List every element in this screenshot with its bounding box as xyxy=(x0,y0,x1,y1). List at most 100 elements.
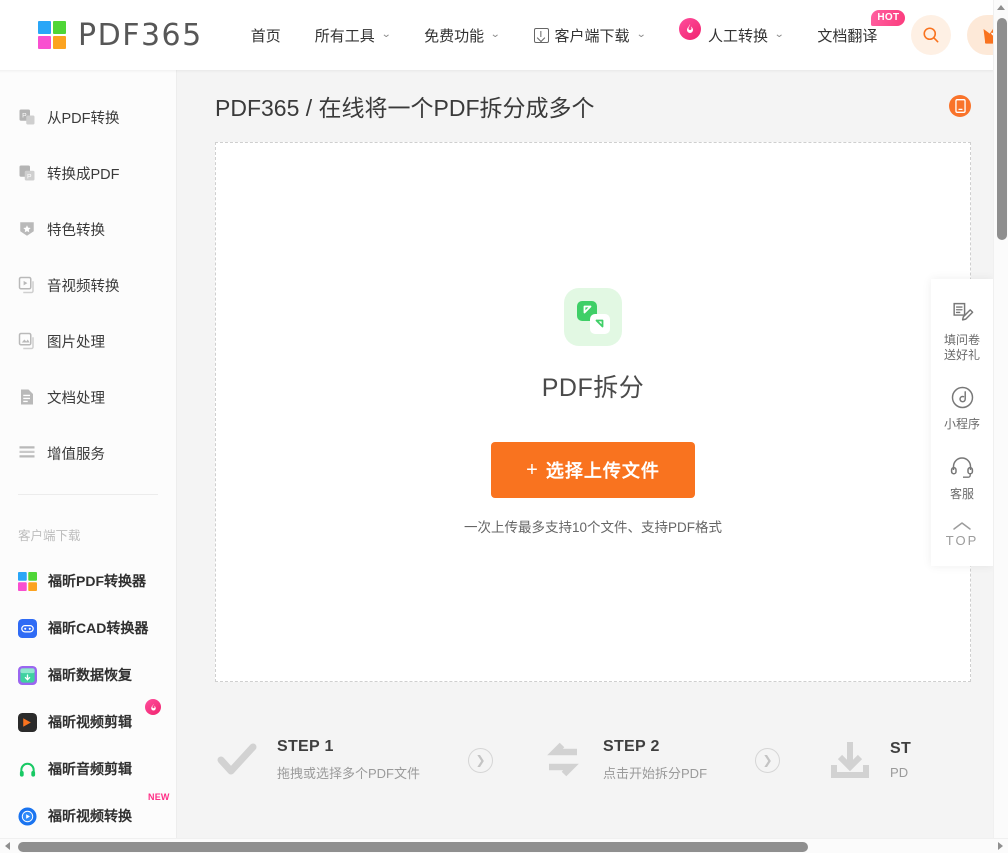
sidebar-item-label: 转换成PDF xyxy=(47,166,120,183)
chevron-down-icon: ⌄ xyxy=(635,29,647,40)
dock-item-back-to-top[interactable]: TOP xyxy=(931,514,993,556)
plus-icon: + xyxy=(526,458,539,481)
step-desc: PD xyxy=(890,765,909,780)
sidebar-section-title: 客户端下载 xyxy=(18,529,81,543)
video-convert-app-icon xyxy=(18,806,37,826)
sidebar-app-label: 福昕视频剪辑 xyxy=(48,714,132,730)
logo[interactable]: PDF365 xyxy=(38,18,203,53)
step-title: STEP 2 xyxy=(603,738,660,755)
sidebar-item-value-added[interactable]: 增值服务 xyxy=(18,438,176,468)
dock-item-survey[interactable]: 填问卷 送好礼 xyxy=(931,291,993,375)
sidebar-item-label: 音视频转换 xyxy=(47,278,120,295)
sidebar-item-featured-convert[interactable]: 特色转换 xyxy=(18,214,176,244)
sidebar-app-cad-converter[interactable]: 福昕CAD转换器 xyxy=(18,613,176,643)
floating-dock: 填问卷 送好礼 小程序 客服 TOP xyxy=(931,279,993,566)
nav-label: 免费功能 xyxy=(424,27,485,45)
list-icon xyxy=(19,446,35,458)
sidebar-item-document-process[interactable]: 文档处理 xyxy=(18,382,176,412)
sidebar-item-media-convert[interactable]: 音视频转换 xyxy=(18,270,176,300)
video-edit-app-icon xyxy=(18,712,37,732)
upload-file-button[interactable]: + 选择上传文件 xyxy=(491,442,695,498)
upload-hint: 一次上传最多支持10个文件、支持PDF格式 xyxy=(463,520,722,535)
cad-app-icon xyxy=(18,618,37,638)
download-box-icon xyxy=(533,27,549,43)
upload-button-label: 选择上传文件 xyxy=(545,461,660,481)
step-separator-arrow-1: ❯ xyxy=(468,747,494,773)
dock-label: 客服 xyxy=(949,487,974,501)
steps-bar: STEP 1 拖拽或选择多个PDF文件 ❯ STEP 2 点击开始拆分PDF ❯ xyxy=(215,720,993,800)
nav-label: 文档翻译 xyxy=(817,27,878,45)
dock-label: TOP xyxy=(945,533,979,548)
page-title: PDF365 / 在线将一个PDF拆分成多个 xyxy=(215,95,595,121)
sidebar-item-label: 增值服务 xyxy=(47,446,105,463)
nav-item-free-features[interactable]: 免费功能 ⌄ xyxy=(424,0,501,70)
check-icon xyxy=(217,743,257,775)
nav-item-doc-translate[interactable]: 文档翻译 HOT xyxy=(817,0,906,70)
site-header: PDF365 首页 所有工具 ⌄ 免费功能 ⌄ 客户端下载 ⌄ 人工转换 ⌄ 文… xyxy=(0,0,1008,70)
sidebar-app-video-edit[interactable]: 福昕视频剪辑 xyxy=(18,699,176,737)
logo-text: PDF365 xyxy=(78,17,203,53)
left-sidebar: P 从PDF转换 P 转换成PDF 特色转换 音视频转换 图片处理 文档处理 增… xyxy=(0,70,177,839)
download-icon xyxy=(831,742,870,778)
sidebar-item-image-process[interactable]: 图片处理 xyxy=(18,326,176,356)
header-shadow xyxy=(0,70,993,73)
mobile-app-icon[interactable] xyxy=(949,95,971,117)
sidebar-app-video-convert[interactable]: 福昕视频转换 NEW xyxy=(18,792,176,831)
nav-item-home[interactable]: 首页 xyxy=(251,0,281,70)
sidebar-item-label: 特色转换 xyxy=(47,222,105,239)
nav-label: 首页 xyxy=(250,27,281,45)
tool-name: PDF拆分 xyxy=(541,374,645,402)
hot-badge: HOT xyxy=(871,10,906,26)
sidebar-app-pdf-converter[interactable]: 福昕PDF转换器 xyxy=(18,566,176,596)
flame-icon xyxy=(678,18,701,40)
scroll-left-arrow-icon[interactable] xyxy=(5,842,10,850)
horizontal-scrollbar-thumb[interactable] xyxy=(18,841,808,852)
main-content: PDF365 / 在线将一个PDF拆分成多个 PDF拆分 + 选择上传文件 一次… xyxy=(177,70,993,839)
browser-viewport: PDF365 首页 所有工具 ⌄ 免费功能 ⌄ 客户端下载 ⌄ 人工转换 ⌄ 文… xyxy=(0,0,1008,853)
sidebar-divider xyxy=(18,494,158,495)
sidebar-app-audio-edit[interactable]: 福昕音频剪辑 xyxy=(18,754,176,784)
dock-item-support[interactable]: 客服 xyxy=(931,444,993,514)
sidebar-item-label: 图片处理 xyxy=(47,334,105,351)
file-drop-zone[interactable]: PDF拆分 + 选择上传文件 一次上传最多支持10个文件、支持PDF格式 xyxy=(215,142,971,682)
step-3: ST PD xyxy=(828,738,911,782)
step-1: STEP 1 拖拽或选择多个PDF文件 xyxy=(215,738,420,782)
sidebar-item-from-pdf[interactable]: P 从PDF转换 xyxy=(18,102,176,132)
document-icon xyxy=(21,389,33,405)
horizontal-scrollbar[interactable] xyxy=(0,838,1008,853)
sidebar-app-label: 福昕数据恢复 xyxy=(48,667,132,683)
dock-item-miniprogram[interactable]: 小程序 xyxy=(931,375,993,444)
title-bar: PDF365 / 在线将一个PDF拆分成多个 xyxy=(177,70,993,142)
dock-label: 填问卷 送好礼 xyxy=(943,333,980,362)
sidebar-app-data-recovery[interactable]: 福昕数据恢复 xyxy=(18,660,176,690)
data-recovery-app-icon xyxy=(18,665,37,685)
nav-label: 客户端下载 xyxy=(554,27,630,45)
vertical-scrollbar[interactable] xyxy=(993,0,1008,840)
flame-icon xyxy=(145,699,161,715)
step-desc: 点击开始拆分PDF xyxy=(603,766,708,781)
logo-grid-icon xyxy=(38,21,66,49)
sidebar-app-label: 福昕CAD转换器 xyxy=(48,620,149,636)
pdf365-app-icon xyxy=(18,571,37,591)
dock-label: 小程序 xyxy=(943,417,980,431)
vertical-scrollbar-thumb[interactable] xyxy=(996,18,1007,240)
step-2: STEP 2 点击开始拆分PDF xyxy=(541,738,707,782)
nav-item-client-download[interactable]: 客户端下载 ⌄ xyxy=(533,0,647,70)
chevron-down-icon: ⌄ xyxy=(380,29,392,40)
sidebar-tool-list: P 从PDF转换 P 转换成PDF 特色转换 音视频转换 图片处理 文档处理 增… xyxy=(0,70,176,468)
step-desc: 拖拽或选择多个PDF文件 xyxy=(277,766,421,781)
nav-item-manual-convert[interactable]: 人工转换 ⌄ xyxy=(678,0,784,70)
step-separator-arrow-2: ❯ xyxy=(755,747,781,773)
nav-item-all-tools[interactable]: 所有工具 ⌄ xyxy=(315,0,392,70)
sidebar-item-to-pdf[interactable]: P 转换成PDF xyxy=(18,158,176,188)
chevron-up-icon xyxy=(953,522,971,530)
from-pdf-icon: P xyxy=(19,109,35,125)
media-icon xyxy=(18,276,34,294)
search-button[interactable] xyxy=(911,15,952,55)
headset-icon xyxy=(950,457,974,478)
scroll-right-arrow-icon[interactable] xyxy=(998,842,1003,850)
search-icon xyxy=(923,27,939,43)
survey-icon xyxy=(952,302,973,321)
scroll-up-arrow-icon[interactable] xyxy=(997,5,1005,10)
chevron-down-icon: ⌄ xyxy=(490,29,501,40)
